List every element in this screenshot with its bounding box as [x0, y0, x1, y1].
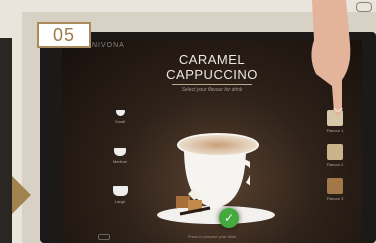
- flavour-label: Flavour 1: [326, 128, 344, 133]
- flavour-label: Flavour 2: [326, 162, 344, 167]
- title-divider: [172, 84, 252, 85]
- size-label: Medium: [112, 159, 128, 164]
- flavour-label: Flavour 3: [326, 196, 344, 201]
- size-label: Small: [114, 119, 125, 124]
- checkmark-icon: ✓: [223, 211, 235, 225]
- flavour-option-2[interactable]: Flavour 2: [320, 144, 350, 167]
- step-number-badge: 05: [37, 22, 91, 48]
- flavour-thumbnail: [327, 144, 343, 160]
- large-cup-icon: [112, 186, 128, 196]
- cappuccino-foam: [177, 133, 259, 157]
- medium-cup-icon: [114, 148, 126, 156]
- brand-logo: NIVONA: [92, 42, 125, 49]
- next-arrow-icon[interactable]: [12, 176, 31, 214]
- corner-tab: [356, 2, 372, 12]
- back-control[interactable]: [98, 234, 110, 240]
- flavour-thumbnail: [327, 178, 343, 194]
- flavour-option-3[interactable]: Flavour 3: [320, 178, 350, 201]
- caramel-pieces-image: [176, 188, 211, 216]
- confirm-button[interactable]: ✓: [219, 208, 239, 228]
- left-dark-panel: [0, 38, 12, 243]
- small-cup-icon: [115, 110, 125, 116]
- size-label: Large: [114, 199, 126, 204]
- size-option-small[interactable]: Small: [100, 110, 140, 124]
- size-option-large[interactable]: Large: [100, 186, 140, 204]
- pointing-hand-icon: [311, 0, 351, 115]
- size-option-medium[interactable]: Medium: [100, 148, 140, 164]
